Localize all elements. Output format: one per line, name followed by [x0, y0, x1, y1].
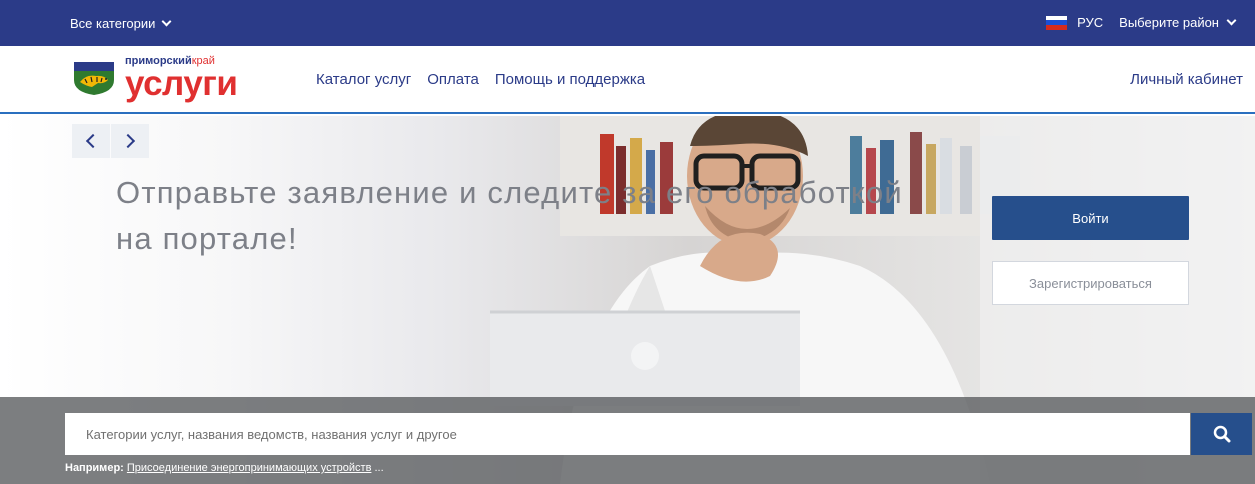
top-bar-right: РУС Выберите район	[1046, 15, 1237, 30]
logo-title: услуги	[125, 64, 238, 103]
search-input[interactable]	[65, 413, 1190, 455]
site-header: приморскийкрай услуги Каталог услуг Опла…	[0, 46, 1255, 114]
search-panel: Например: Присоединение энергопринимающи…	[0, 397, 1255, 484]
chevron-left-icon	[85, 133, 101, 149]
all-categories-dropdown[interactable]: Все категории	[70, 16, 172, 31]
language-switch[interactable]: РУС	[1077, 15, 1103, 30]
hero-headline: Отправьте заявление и следите за его обр…	[116, 175, 903, 256]
site-logo[interactable]: приморскийкрай услуги	[72, 55, 238, 103]
slider-arrows	[72, 124, 149, 158]
search-example: Например: Присоединение энергопринимающи…	[65, 462, 384, 474]
login-button[interactable]: Войти	[992, 196, 1189, 240]
personal-cabinet-link[interactable]: Личный кабинет	[1130, 71, 1243, 88]
all-categories-label: Все категории	[70, 16, 156, 31]
slider-next-button[interactable]	[111, 124, 149, 158]
nav-help[interactable]: Помощь и поддержка	[495, 71, 645, 88]
chevron-right-icon	[120, 133, 136, 149]
main-nav: Каталог услуг Оплата Помощь и поддержка	[316, 71, 645, 88]
chevron-down-icon	[161, 16, 172, 27]
register-button[interactable]: Зарегистрироваться	[992, 261, 1189, 305]
nav-catalog[interactable]: Каталог услуг	[316, 71, 411, 88]
district-dropdown[interactable]: Выберите район	[1119, 15, 1237, 30]
search-button[interactable]	[1191, 413, 1252, 455]
example-ellipsis: ...	[371, 462, 384, 474]
example-link[interactable]: Присоединение энергопринимающих устройст…	[127, 462, 372, 474]
russian-flag-icon	[1046, 15, 1068, 30]
top-bar: Все категории РУС Выберите район	[0, 0, 1255, 46]
district-label: Выберите район	[1119, 15, 1219, 30]
nav-payment[interactable]: Оплата	[427, 71, 479, 88]
chevron-down-icon	[1226, 15, 1237, 26]
slider-prev-button[interactable]	[72, 124, 110, 158]
example-label: Например:	[65, 462, 124, 474]
krai-emblem-icon	[74, 62, 114, 95]
hero-banner: Отправьте заявление и следите за его обр…	[0, 116, 1255, 484]
search-icon	[1213, 425, 1230, 443]
